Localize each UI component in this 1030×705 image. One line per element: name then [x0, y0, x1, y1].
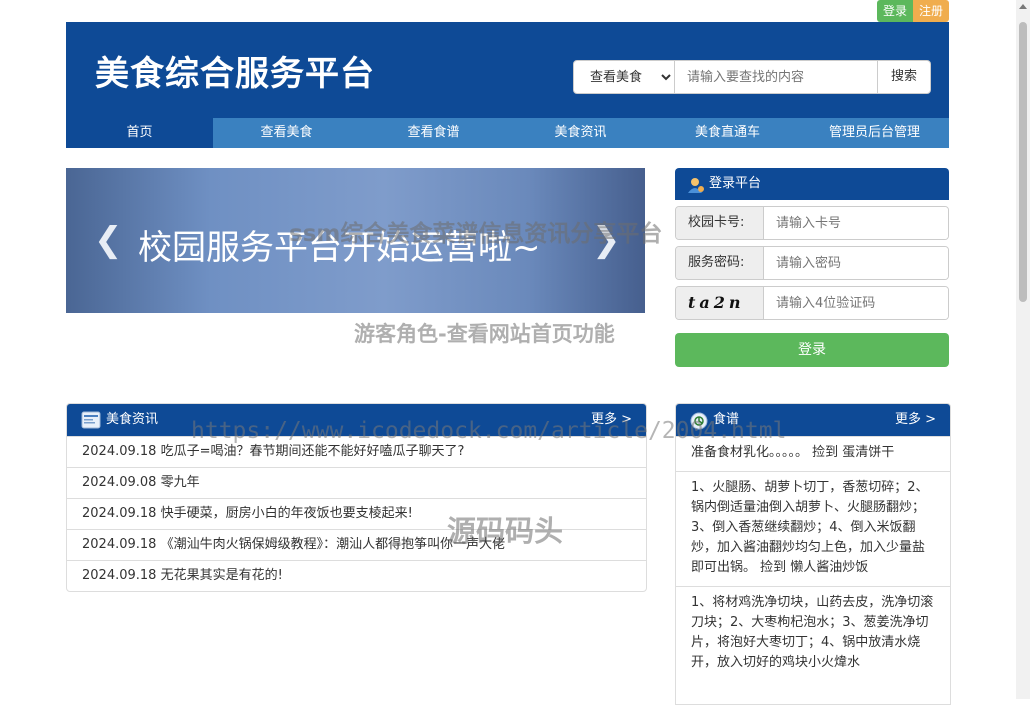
search-bar: 查看美食 搜索 [573, 60, 931, 94]
page-scrollbar[interactable] [1016, 0, 1030, 699]
user-icon [687, 175, 705, 193]
password-field: 服务密码: [675, 246, 949, 280]
main-nav: 首页 查看美食 查看食谱 美食资讯 美食直通车 管理员后台管理 [66, 118, 949, 148]
watermark-subtitle: 游客角色-查看网站首页功能 [354, 318, 615, 348]
card-number-label: 校园卡号: [676, 207, 764, 239]
nav-item-home[interactable]: 首页 [66, 118, 213, 148]
nav-item-express[interactable]: 美食直通车 [654, 118, 801, 148]
watermark-url: https://www.icodedock.com/article/2004.h… [191, 418, 786, 444]
news-item[interactable]: 2024.09.08 零九年 [67, 467, 646, 498]
news-item[interactable]: 2024.09.18 无花果其实是有花的! [67, 560, 646, 591]
carousel-prev-icon[interactable]: ❮ [94, 220, 123, 260]
site-brand: 美食综合服务平台 [95, 46, 375, 95]
nav-item-food[interactable]: 查看美食 [213, 118, 360, 148]
news-icon [81, 410, 101, 430]
search-category-select[interactable]: 查看美食 [573, 60, 675, 94]
auth-buttons: 登录 注册 [877, 0, 949, 22]
card-number-field: 校园卡号: [675, 206, 949, 240]
card-number-input[interactable] [764, 207, 948, 239]
recipe-item[interactable]: 1、将材鸡洗净切块，山药去皮，洗净切滚刀块；2、大枣枸杞泡水；3、葱姜洗净切片，… [676, 586, 950, 681]
login-panel-title: 登录平台 [709, 168, 761, 200]
scrollbar-thumb[interactable] [1019, 22, 1027, 302]
captcha-field: ta2n [675, 286, 949, 320]
nav-item-recipes[interactable]: 查看食谱 [360, 118, 507, 148]
password-label: 服务密码: [676, 247, 764, 279]
recipes-panel: 食谱 更多 > 准备食材乳化。。。。。 捡到 蛋清饼干 1、火腿肠、胡萝卜切丁，… [675, 403, 951, 705]
recipe-item[interactable]: 1、火腿肠、胡萝卜切丁，香葱切碎；2、锅内倒适量油倒入胡萝卜、火腿肠翻炒；3、倒… [676, 471, 950, 586]
captcha-image[interactable]: ta2n [676, 287, 764, 319]
watermark-title: ssm综合美食菜谱信息资讯分享平台 [289, 214, 662, 248]
login-submit-button[interactable]: 登录 [675, 333, 949, 367]
watermark-brand: 源码码头 [447, 508, 563, 550]
login-panel: 登录平台 校园卡号: 服务密码: ta2n 登录 [675, 168, 949, 367]
top-register-button[interactable]: 注册 [913, 0, 949, 22]
news-panel-title: 美食资讯 [106, 404, 158, 436]
site-header: 美食综合服务平台 查看美食 搜索 [66, 22, 949, 118]
top-login-button[interactable]: 登录 [877, 0, 913, 22]
nav-item-news[interactable]: 美食资讯 [507, 118, 654, 148]
login-panel-header: 登录平台 [675, 168, 949, 200]
password-input[interactable] [764, 247, 948, 279]
scroll-up-icon[interactable] [1019, 4, 1027, 9]
recipes-more-link[interactable]: 更多 > [895, 404, 936, 436]
nav-item-admin[interactable]: 管理员后台管理 [801, 118, 948, 148]
captcha-input[interactable] [764, 287, 948, 319]
search-input[interactable] [675, 60, 877, 94]
search-button[interactable]: 搜索 [877, 60, 931, 94]
